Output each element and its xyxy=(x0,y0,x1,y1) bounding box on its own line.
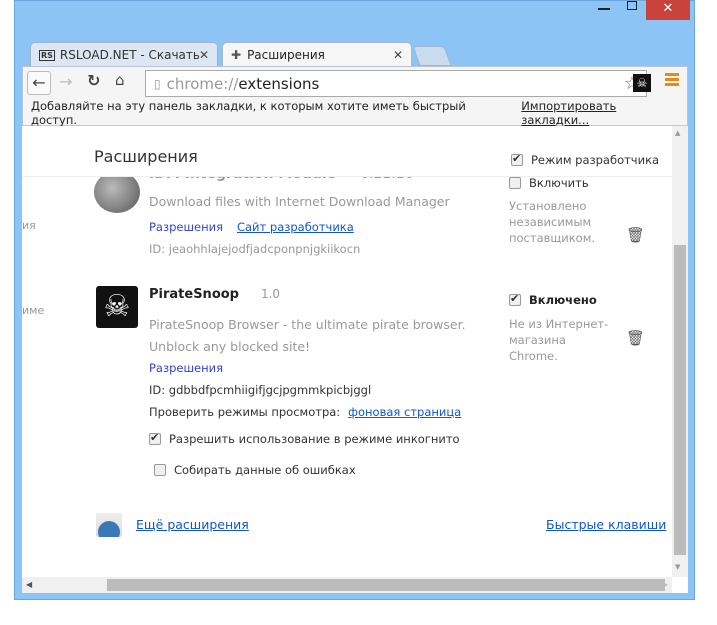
page-title: Расширения xyxy=(94,147,198,166)
toolbar: ← → ↻ ⌂ ▯ chrome://extensions ☆ ☠ xyxy=(22,66,688,100)
tab-extensions[interactable]: ✚ Расширения ✕ xyxy=(222,42,412,67)
close-tab-icon[interactable]: ✕ xyxy=(199,48,209,62)
horizontal-scrollbar[interactable]: ◀ ▶ xyxy=(22,577,672,593)
close-tab-icon[interactable]: ✕ xyxy=(393,48,403,62)
incognito-checkbox[interactable]: Разрешить использование в режиме инкогни… xyxy=(149,431,460,446)
background-page-link[interactable]: фоновая страница xyxy=(348,405,461,419)
web-store-icon xyxy=(96,513,122,537)
omnibox[interactable]: ▯ chrome://extensions ☆ xyxy=(145,70,647,97)
vertical-scrollbar[interactable]: ▲ ▼ xyxy=(672,126,688,577)
maximize-button[interactable] xyxy=(627,1,637,10)
new-tab-button[interactable] xyxy=(412,46,452,66)
reload-button[interactable]: ↻ xyxy=(87,71,100,90)
collect-errors-checkbox[interactable]: Собирать данные об ошибках xyxy=(154,463,356,477)
keyboard-shortcuts-link[interactable]: Быстрые клавиши xyxy=(546,517,666,532)
horizontal-scroll-thumb[interactable] xyxy=(107,579,665,591)
idm-developer-site-link[interactable]: Сайт разработчика xyxy=(237,220,354,234)
minimize-button[interactable] xyxy=(598,8,610,10)
page-icon: ▯ xyxy=(154,76,161,91)
forward-button[interactable]: → xyxy=(59,72,72,91)
more-extensions-link[interactable]: Ещё расширения xyxy=(136,517,249,532)
rs-favicon: RS xyxy=(39,49,55,61)
home-button[interactable]: ⌂ xyxy=(115,71,125,89)
puzzle-icon: ✚ xyxy=(231,48,242,62)
idm-icon xyxy=(94,171,140,213)
developer-mode-checkbox[interactable]: Режим разработчика xyxy=(511,152,659,167)
idm-permissions-link[interactable]: Разрешения xyxy=(149,220,223,234)
menu-icon[interactable] xyxy=(665,73,679,86)
bookmarks-bar: Добавляйте на эту панель закладки, к кот… xyxy=(22,99,688,127)
import-bookmarks-link[interactable]: Импортировать закладки... xyxy=(521,99,687,127)
page-header: Расширения Режим разработчика xyxy=(22,126,672,177)
idm-remove-trash-icon[interactable]: 🗑 xyxy=(626,226,645,244)
back-button[interactable]: ← xyxy=(27,71,51,95)
close-window-button[interactable]: ✕ xyxy=(646,0,690,20)
piratesnoop-extension-icon[interactable]: ☠ xyxy=(633,74,651,92)
vertical-scroll-thumb[interactable] xyxy=(674,245,686,555)
tab-rsload[interactable]: RS RSLOAD.NET - Скачать со ✕ xyxy=(30,42,218,67)
idm-enable-checkbox[interactable]: Включить xyxy=(509,176,589,190)
piratesnoop-enable-checkbox[interactable]: Включено xyxy=(509,292,597,307)
piratesnoop-remove-trash-icon[interactable]: 🗑 xyxy=(626,329,645,347)
piratesnoop-permissions-link[interactable]: Разрешения xyxy=(149,361,223,375)
extensions-page: ия име IDM Integration Module6.21.16 Dow… xyxy=(22,126,688,593)
piratesnoop-icon: ☠ xyxy=(96,286,138,328)
